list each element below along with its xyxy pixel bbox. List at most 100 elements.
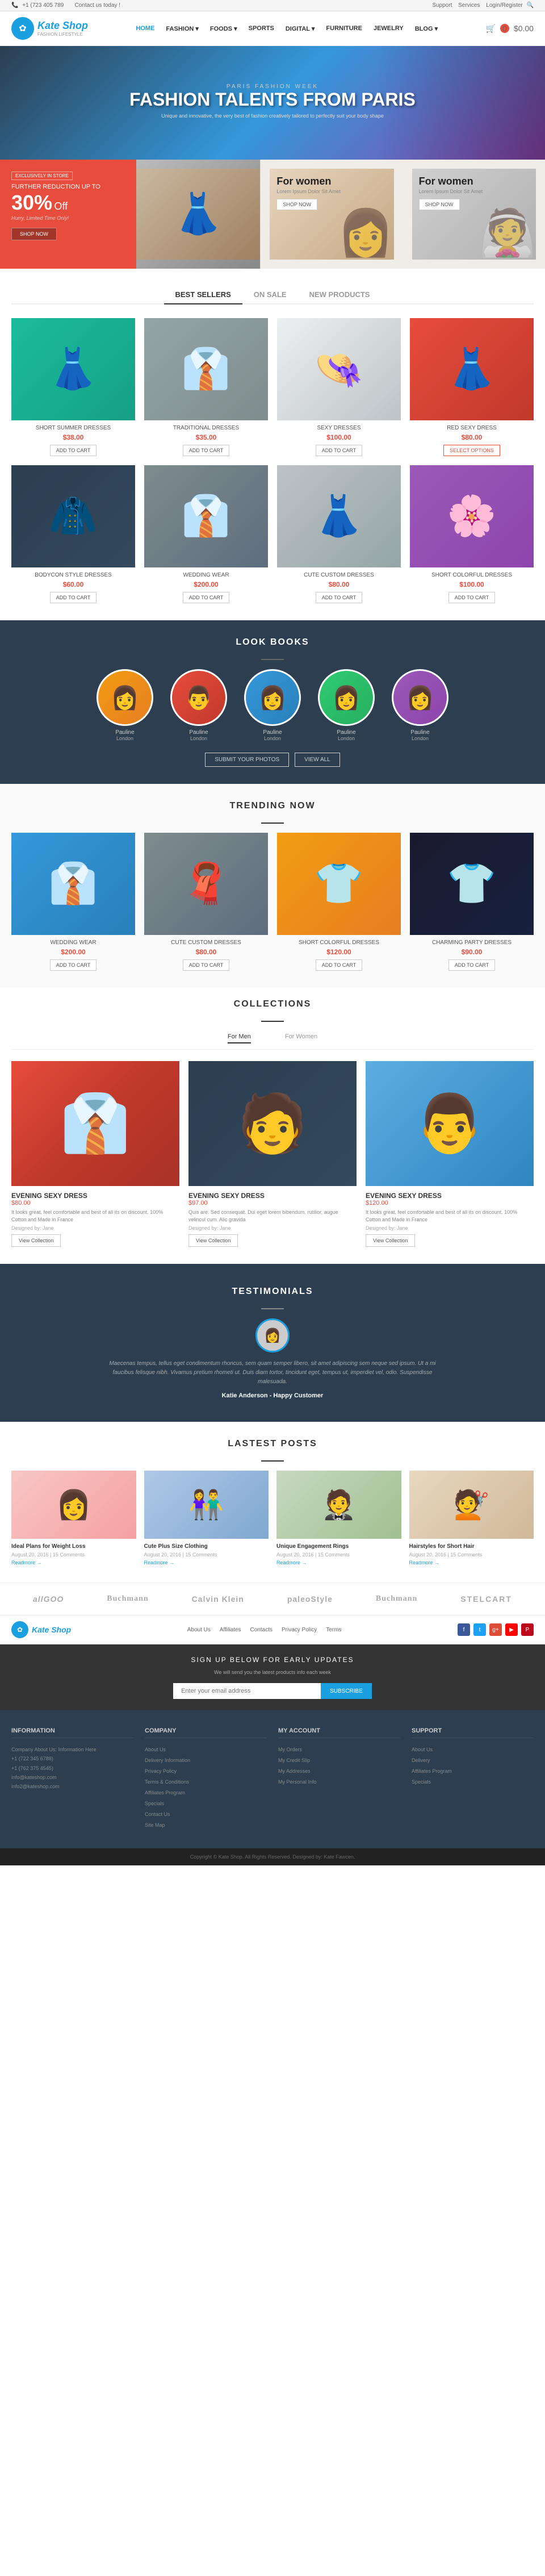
- look-circle-item: 👩 Pauline London: [318, 669, 375, 741]
- phone-link[interactable]: +1 (723 405 789: [22, 2, 64, 9]
- brand-logo[interactable]: allGOO: [33, 1594, 64, 1604]
- cart-total: $0.00: [514, 24, 534, 33]
- add-to-cart-button[interactable]: ADD TO CART: [316, 959, 363, 971]
- footer-nav-terms[interactable]: Terms: [326, 1627, 341, 1633]
- post-readmore[interactable]: Readmore →: [409, 1560, 534, 1565]
- nav-fashion[interactable]: FASHION ▾: [160, 22, 204, 36]
- twitter-icon[interactable]: t: [473, 1623, 486, 1636]
- nav-sports[interactable]: SPORTS: [243, 22, 280, 36]
- footer-company-sitemap[interactable]: Site Map: [145, 1822, 165, 1828]
- add-to-cart-button[interactable]: ADD TO CART: [50, 445, 97, 456]
- footer-nav-affiliates[interactable]: Affiliates: [220, 1627, 241, 1633]
- view-collection-button[interactable]: View Collection: [366, 1234, 415, 1247]
- post-readmore[interactable]: Readmore →: [144, 1560, 269, 1565]
- footer-company-privacy[interactable]: Privacy Policy: [145, 1768, 177, 1774]
- services-link[interactable]: Services: [458, 2, 480, 9]
- add-to-cart-button[interactable]: ADD TO CART: [50, 592, 97, 603]
- brand-logo[interactable]: Buchmann: [107, 1594, 148, 1604]
- footer-company-about[interactable]: About Us: [145, 1747, 166, 1752]
- promo-model: 👗: [136, 160, 260, 269]
- collections-tab-men[interactable]: For Men: [228, 1031, 251, 1043]
- contact-link[interactable]: Contact us today !: [74, 2, 120, 9]
- footer-nav-privacy[interactable]: Privacy Policy: [282, 1627, 317, 1633]
- footer-company-delivery[interactable]: Delivery Information: [145, 1757, 190, 1763]
- view-collection-button[interactable]: View Collection: [11, 1234, 61, 1247]
- product-card: 👔 WEDDING WEAR $200.00 ADD TO CART: [11, 833, 135, 971]
- post-card: 👫 Cute Plus Size Clothing August 20, 201…: [144, 1471, 269, 1565]
- promo-fw2-btn[interactable]: SHOP NOW: [419, 199, 460, 210]
- product-name: TRADITIONAL DRESSES: [144, 425, 268, 431]
- support-link[interactable]: Support: [432, 2, 452, 9]
- select-options-button[interactable]: SELECT OPTIONS: [443, 445, 500, 456]
- add-to-cart-button[interactable]: ADD TO CART: [316, 592, 363, 603]
- cart-icon[interactable]: 🛒: [486, 24, 496, 34]
- promo-fw1-btn[interactable]: SHOP NOW: [276, 199, 317, 210]
- testimonials-section: TESTIMONIALS 👩 Maecenas tempus, tellus e…: [0, 1264, 545, 1422]
- add-to-cart-button[interactable]: ADD TO CART: [448, 959, 496, 971]
- footer-company-specials[interactable]: Specials: [145, 1801, 164, 1806]
- logo[interactable]: ✿ Kate Shop FASHION LIFESTYLE: [11, 17, 88, 40]
- nav-furniture[interactable]: FURNITURE: [320, 22, 368, 36]
- social-icons: f t g+ ▶ P: [458, 1623, 534, 1636]
- post-title: Cute Plus Size Clothing: [144, 1543, 269, 1550]
- footer: INFORMATION Company About Us: Informatio…: [0, 1710, 545, 1848]
- tab-on-sale[interactable]: ON SALE: [242, 286, 298, 304]
- product-image: 👗: [11, 318, 135, 420]
- add-to-cart-button[interactable]: ADD TO CART: [316, 445, 363, 456]
- brand-logo[interactable]: STELCART: [460, 1594, 512, 1604]
- footer-nav-about[interactable]: About Us: [187, 1627, 211, 1633]
- newsletter-email-input[interactable]: [173, 1683, 321, 1699]
- product-price: $80.00: [410, 433, 534, 441]
- footer-account-addresses[interactable]: My Addresses: [278, 1768, 311, 1774]
- add-to-cart-button[interactable]: ADD TO CART: [183, 592, 230, 603]
- search-icon[interactable]: 🔍: [527, 2, 534, 9]
- facebook-icon[interactable]: f: [458, 1623, 470, 1636]
- footer-support-title: SUPPORT: [412, 1727, 534, 1738]
- nav-home[interactable]: HOME: [130, 22, 160, 36]
- tab-new-products[interactable]: NEW PRODUCTS: [298, 286, 382, 304]
- post-readmore[interactable]: Readmore →: [11, 1560, 136, 1565]
- footer-account-orders[interactable]: My Orders: [278, 1747, 302, 1752]
- footer-company-terms[interactable]: Terms & Conditions: [145, 1779, 189, 1785]
- product-card: 👗 RED SEXY DRESS $80.00 SELECT OPTIONS: [410, 318, 534, 456]
- collection-image: 🧑: [188, 1061, 357, 1186]
- view-all-button[interactable]: View All: [295, 753, 340, 767]
- add-to-cart-button[interactable]: ADD TO CART: [448, 592, 496, 603]
- add-to-cart-button[interactable]: ADD TO CART: [50, 959, 97, 971]
- tab-best-sellers[interactable]: BEST SELLERS: [164, 286, 242, 304]
- pinterest-icon[interactable]: P: [521, 1623, 534, 1636]
- posts-grid: 👩 Ideal Plans for Weight Loss August 20,…: [11, 1471, 534, 1565]
- newsletter-subscribe-button[interactable]: SUBSCRIBE: [321, 1683, 372, 1699]
- trending-title: TRENDING NOW: [11, 801, 534, 811]
- promo-shop-btn[interactable]: SHOP NOW: [11, 228, 57, 240]
- footer-company-contact[interactable]: Contact Us: [145, 1811, 170, 1817]
- brand-logo[interactable]: paleoStyle: [287, 1594, 333, 1604]
- add-to-cart-button[interactable]: ADD TO CART: [183, 445, 230, 456]
- collections-tab-women[interactable]: For Women: [285, 1031, 317, 1043]
- google-plus-icon[interactable]: g+: [489, 1623, 502, 1636]
- view-collection-button[interactable]: View Collection: [188, 1234, 238, 1247]
- nav-blog[interactable]: BLOG ▾: [409, 22, 443, 36]
- footer-nav-contacts[interactable]: Contacts: [250, 1627, 272, 1633]
- footer-support-about[interactable]: About Us: [412, 1747, 433, 1752]
- submit-profile-button[interactable]: Submit Your Photos: [205, 753, 289, 767]
- add-to-cart-button[interactable]: ADD TO CART: [183, 959, 230, 971]
- footer-support-affiliates[interactable]: Affiliates Program: [412, 1768, 452, 1774]
- nav-jewelry[interactable]: JEWELRY: [368, 22, 409, 36]
- footer-company-affiliates[interactable]: Affiliates Program: [145, 1790, 185, 1796]
- nav-foods[interactable]: FOODS ▾: [204, 22, 243, 36]
- product-price: $35.00: [144, 433, 268, 441]
- footer-phone1: +1 (722 345 6788): [11, 1754, 133, 1763]
- brand-logo[interactable]: Calvin Klein: [192, 1594, 244, 1604]
- nav-digital[interactable]: DIGITAL ▾: [280, 22, 321, 36]
- post-readmore[interactable]: Readmore →: [276, 1560, 401, 1565]
- footer-support-specials[interactable]: Specials: [412, 1779, 431, 1785]
- footer-support-delivery[interactable]: Delivery: [412, 1757, 430, 1763]
- brand-logo[interactable]: Buchmann: [376, 1594, 417, 1604]
- product-name: CHARMING PARTY DRESSES: [410, 940, 534, 946]
- footer-account-personal[interactable]: My Personal Info: [278, 1779, 317, 1785]
- footer-account-creditslip[interactable]: My Credit Slip: [278, 1757, 310, 1763]
- login-link[interactable]: Login/Register: [486, 2, 522, 9]
- footer-logo[interactable]: ✿ Kate Shop: [11, 1621, 71, 1638]
- youtube-icon[interactable]: ▶: [505, 1623, 518, 1636]
